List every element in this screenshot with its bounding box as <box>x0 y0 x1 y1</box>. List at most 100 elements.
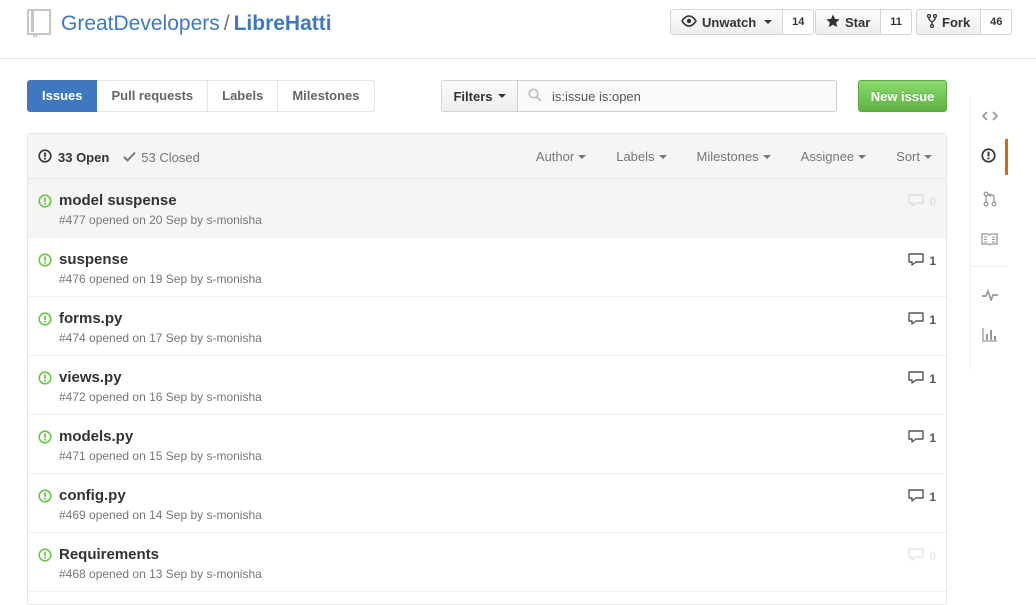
pull-request-icon <box>983 191 997 210</box>
issue-opened-icon <box>38 312 52 329</box>
issue-row[interactable]: model suspense #477 opened on 20 Sep by … <box>28 179 946 238</box>
filters-label: Filters <box>453 88 493 104</box>
unwatch-button[interactable]: Unwatch <box>670 9 784 35</box>
watch-group: Unwatch 14 <box>670 9 815 35</box>
repo-title: GreatDevelopers / LibreHatti <box>61 12 332 36</box>
issue-comments[interactable]: 0 <box>908 548 936 564</box>
search-input[interactable] <box>550 87 814 105</box>
stargazers-count[interactable]: 11 <box>881 9 912 35</box>
list-filters: Author Labels Milestones Assignee Sort <box>536 149 932 164</box>
tab-pull-requests[interactable]: Pull requests <box>97 80 209 112</box>
issues-search <box>517 80 837 112</box>
repo-owner-link[interactable]: GreatDevelopers <box>61 12 220 35</box>
issue-row[interactable]: Requirements #468 opened on 13 Sep by s-… <box>28 533 946 592</box>
open-count: 33 Open <box>58 150 110 165</box>
comment-icon <box>908 253 925 269</box>
star-icon <box>826 14 840 31</box>
issue-comments[interactable]: 1 <box>908 489 936 505</box>
issue-row[interactable]: config.py #469 opened on 14 Sep by s-mon… <box>28 474 946 533</box>
nav-code[interactable] <box>971 99 1008 135</box>
sort-filter[interactable]: Sort <box>896 149 932 164</box>
filters-button[interactable]: Filters <box>441 80 518 112</box>
issue-row[interactable]: forms.py #474 opened on 17 Sep by s-moni… <box>28 297 946 356</box>
nav-pull-requests[interactable] <box>971 182 1008 218</box>
star-button[interactable]: Star <box>815 9 882 35</box>
new-issue-button[interactable]: New issue <box>858 80 947 112</box>
issue-meta: #468 opened on 13 Sep by s-monisha <box>59 567 262 581</box>
milestones-filter[interactable]: Milestones <box>697 149 771 164</box>
code-icon <box>981 110 998 125</box>
comment-icon <box>908 371 925 387</box>
issue-title-link[interactable]: Requirements <box>59 546 159 563</box>
comment-icon <box>908 430 925 446</box>
assignee-filter[interactable]: Assignee <box>800 149 867 164</box>
issue-comments[interactable]: 1 <box>908 371 936 387</box>
issue-title-link[interactable]: suspense <box>59 251 128 268</box>
chevron-down-icon <box>762 154 771 159</box>
issue-title-link[interactable]: models.py <box>59 428 133 445</box>
issue-meta: #471 opened on 15 Sep by s-monisha <box>59 449 262 463</box>
labels-filter-label: Labels <box>616 149 655 164</box>
issue-opened-icon <box>38 194 52 211</box>
forks-count[interactable]: 46 <box>981 9 1013 35</box>
comment-icon <box>908 489 925 505</box>
issue-meta: #477 opened on 20 Sep by s-monisha <box>59 213 262 227</box>
sidebar-divider <box>971 266 1007 267</box>
nav-issues[interactable] <box>971 139 1008 175</box>
tab-issues[interactable]: Issues <box>27 80 98 112</box>
issue-meta: #469 opened on 14 Sep by s-monisha <box>59 508 262 522</box>
nav-wiki[interactable] <box>971 223 1008 259</box>
issue-row[interactable]: views.py #472 opened on 16 Sep by s-moni… <box>28 356 946 415</box>
issue-opened-icon <box>38 371 52 388</box>
issue-row[interactable]: suspense #476 opened on 19 Sep by s-moni… <box>28 238 946 297</box>
issue-opened-icon <box>38 489 52 506</box>
fork-icon <box>926 13 938 31</box>
eye-icon <box>681 14 697 30</box>
issue-title-link[interactable]: views.py <box>59 369 122 386</box>
check-icon <box>123 150 137 165</box>
tab-milestones[interactable]: Milestones <box>278 80 375 112</box>
fork-group: Fork 46 <box>916 9 1013 35</box>
nav-graphs[interactable] <box>971 318 1008 354</box>
repo-name-link[interactable]: LibreHatti <box>234 12 332 35</box>
closed-count: 53 Closed <box>141 150 200 165</box>
open-issues-link[interactable]: 33 Open <box>38 149 109 166</box>
issue-comments[interactable]: 1 <box>908 430 936 446</box>
chevron-down-icon <box>578 154 587 159</box>
milestones-filter-label: Milestones <box>696 149 759 164</box>
comment-count: 1 <box>929 372 936 386</box>
repo-separator: / <box>223 12 230 35</box>
repo-nav-sidebar <box>970 97 1008 369</box>
fork-button[interactable]: Fork <box>916 9 982 35</box>
issue-row[interactable]: models.py #471 opened on 15 Sep by s-mon… <box>28 415 946 474</box>
chevron-down-icon <box>658 154 667 159</box>
pulse-icon <box>981 288 998 304</box>
labels-filter[interactable]: Labels <box>616 149 667 164</box>
graph-icon <box>981 327 998 345</box>
sort-filter-label: Sort <box>896 149 920 164</box>
nav-pulse[interactable] <box>971 278 1008 314</box>
comment-count: 0 <box>929 549 936 563</box>
author-filter[interactable]: Author <box>536 149 587 164</box>
issue-comments[interactable]: 1 <box>908 312 936 328</box>
issue-comments[interactable]: 1 <box>908 253 936 269</box>
state-toggle: 33 Open 53 Closed <box>38 149 200 166</box>
tab-labels[interactable]: Labels <box>208 80 279 112</box>
issue-opened-icon <box>980 148 996 166</box>
assignee-filter-label: Assignee <box>800 149 855 164</box>
issue-meta: #474 opened on 17 Sep by s-monisha <box>59 331 262 345</box>
comment-count: 1 <box>929 431 936 445</box>
issue-title-link[interactable]: forms.py <box>59 310 122 327</box>
issue-title-link[interactable]: config.py <box>59 487 126 504</box>
closed-issues-link[interactable]: 53 Closed <box>123 150 200 165</box>
comment-count: 1 <box>929 490 936 504</box>
comment-icon <box>908 312 925 328</box>
comment-icon <box>908 194 925 210</box>
chevron-down-icon <box>497 94 506 98</box>
watchers-count[interactable]: 14 <box>783 9 815 35</box>
unwatch-label: Unwatch <box>702 14 757 30</box>
issue-opened-icon <box>38 149 52 166</box>
issue-comments[interactable]: 0 <box>908 194 936 210</box>
issue-title-link[interactable]: model suspense <box>59 192 177 209</box>
comment-icon <box>908 548 925 564</box>
